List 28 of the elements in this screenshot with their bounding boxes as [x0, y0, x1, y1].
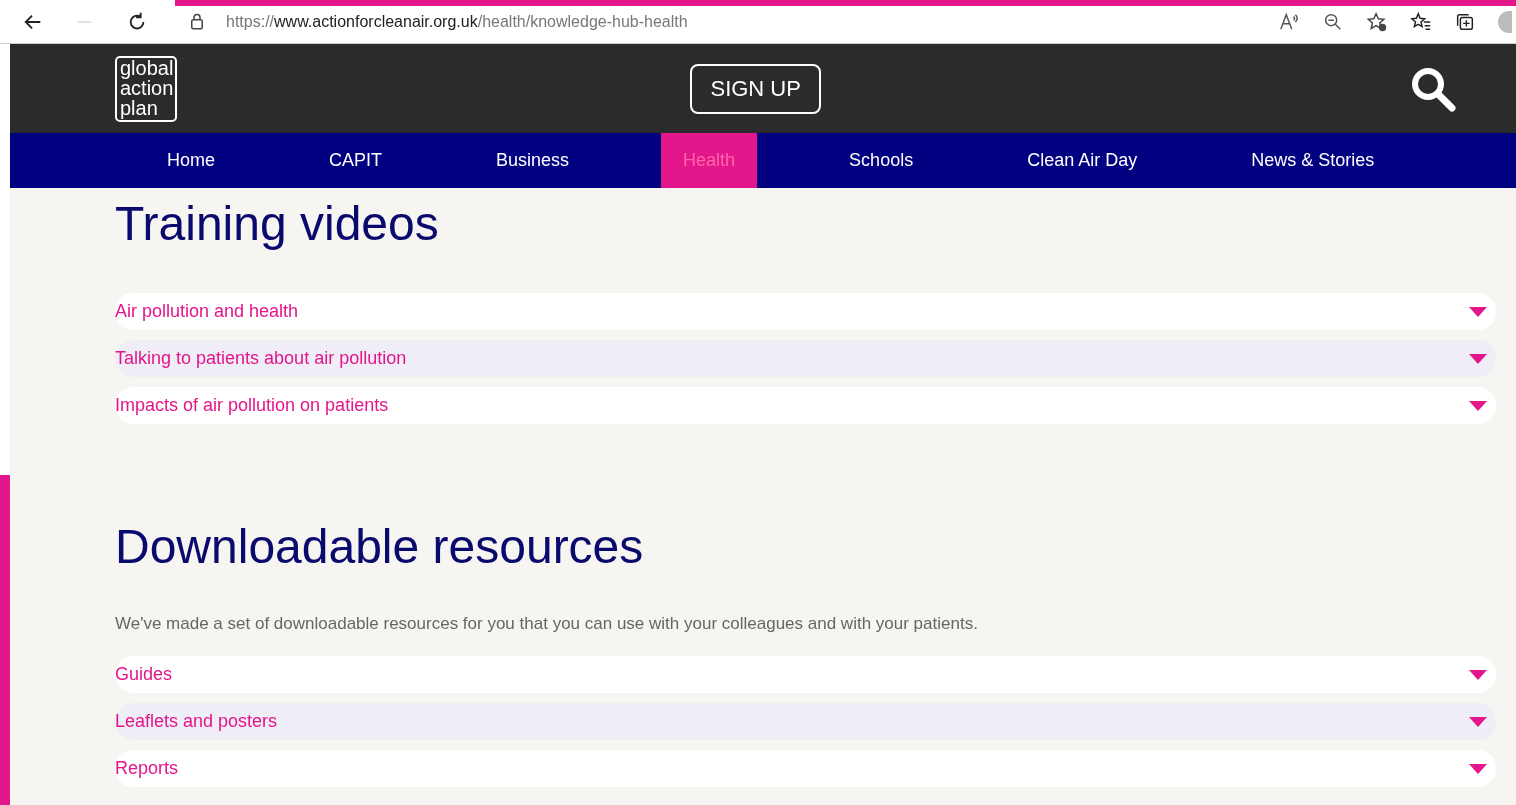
- accordion-item[interactable]: Impacts of air pollution on patients: [115, 387, 1496, 424]
- accordion-item[interactable]: Reports: [115, 750, 1496, 787]
- section-heading: Training videos: [115, 196, 440, 251]
- caret-icon: [1468, 399, 1488, 412]
- nav-tab[interactable]: Clean Air Day: [1005, 133, 1160, 188]
- accordion-item[interactable]: Guides: [115, 656, 1496, 693]
- accordion-item[interactable]: Talking to patients about air pollution: [115, 340, 1496, 377]
- accordion-item[interactable]: Air pollution and health: [115, 293, 1496, 330]
- caret-icon: [1468, 668, 1488, 681]
- signup-button[interactable]: SIGN UP: [690, 63, 821, 114]
- lock-icon[interactable]: [188, 12, 206, 31]
- nav-tab[interactable]: CAPIT: [307, 133, 405, 188]
- nav-tab[interactable]: Schools: [827, 133, 936, 188]
- address-bar[interactable]: https://www.actionforcleanair.org.uk/health/knowledge-hub-health: [226, 12, 688, 31]
- caret-icon: [1468, 305, 1488, 318]
- caret-icon: [1468, 762, 1488, 775]
- nav-tab[interactable]: News & Stories: [1229, 133, 1397, 188]
- section-heading: Downloadable resources: [115, 519, 645, 574]
- nav-tab[interactable]: Business: [474, 133, 592, 188]
- caret-icon: [1468, 352, 1488, 365]
- search-icon[interactable]: [1410, 65, 1456, 112]
- accordion-item[interactable]: Leaflets and posters: [115, 703, 1496, 740]
- intro-text: We've made a set of downloadable resources for you that you can use with your colleagues and with your patients.: [115, 614, 979, 634]
- add-favorite-icon[interactable]: [1366, 10, 1388, 33]
- favorites-icon[interactable]: [1410, 10, 1432, 33]
- site-logo[interactable]: global action plan: [115, 55, 178, 122]
- nav-tab[interactable]: Home: [145, 133, 237, 188]
- caret-icon: [1468, 715, 1488, 728]
